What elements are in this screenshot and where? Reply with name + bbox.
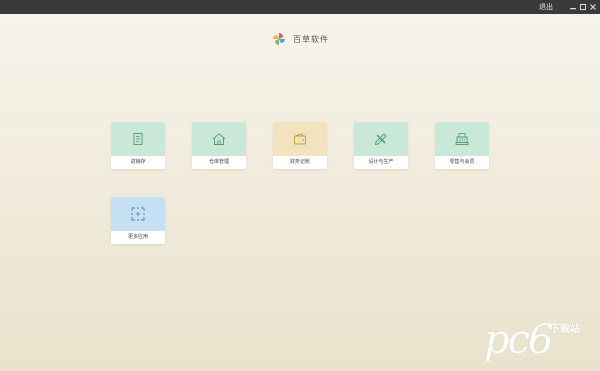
tile-icon-area (354, 122, 408, 156)
watermark-text: 下载站 (550, 324, 580, 335)
house-icon (212, 133, 226, 145)
tile-label: 设计与生产 (368, 159, 394, 165)
pencil-ruler-icon (374, 133, 387, 146)
app-logo-icon (273, 33, 285, 45)
wallet-icon (294, 133, 306, 145)
document-list-icon (133, 133, 143, 145)
app-header: 百草软件 (272, 32, 329, 46)
exit-button[interactable]: 退出 (536, 1, 556, 13)
cash-register-icon (455, 133, 469, 145)
tile-icon-area (435, 122, 489, 156)
watermark-logo: pc6 (484, 317, 553, 363)
tile-icon-area (192, 122, 246, 156)
tile-icon-area (273, 122, 327, 156)
tile-icon-area (111, 122, 165, 156)
watermark: pc6 下载站 (484, 318, 596, 364)
app-title: 百草软件 (293, 34, 329, 44)
minimize-icon[interactable] (568, 2, 578, 11)
tile-label: 更多应用 (127, 234, 148, 240)
maximize-icon[interactable] (578, 2, 588, 11)
tile-label: 零售与会员 (449, 159, 475, 165)
close-icon[interactable] (588, 2, 598, 11)
tile-label: 进销存 (130, 159, 146, 165)
tile-more-apps[interactable]: 更多应用 (111, 197, 165, 244)
tile-design-production[interactable]: 设计与生产 (354, 122, 408, 169)
dashed-square-icon (131, 207, 145, 221)
tile-label: 仓库管理 (208, 159, 229, 165)
tile-retail-membership[interactable]: 零售与会员 (435, 122, 489, 169)
tile-label: 财务记账 (289, 159, 310, 165)
title-bar: 退出 (0, 0, 600, 14)
tile-icon-area (111, 197, 165, 231)
tile-inventory-sales[interactable]: 进销存 (111, 122, 165, 169)
tile-finance[interactable]: 财务记账 (273, 122, 327, 169)
tile-warehouse[interactable]: 仓库管理 (192, 122, 246, 169)
